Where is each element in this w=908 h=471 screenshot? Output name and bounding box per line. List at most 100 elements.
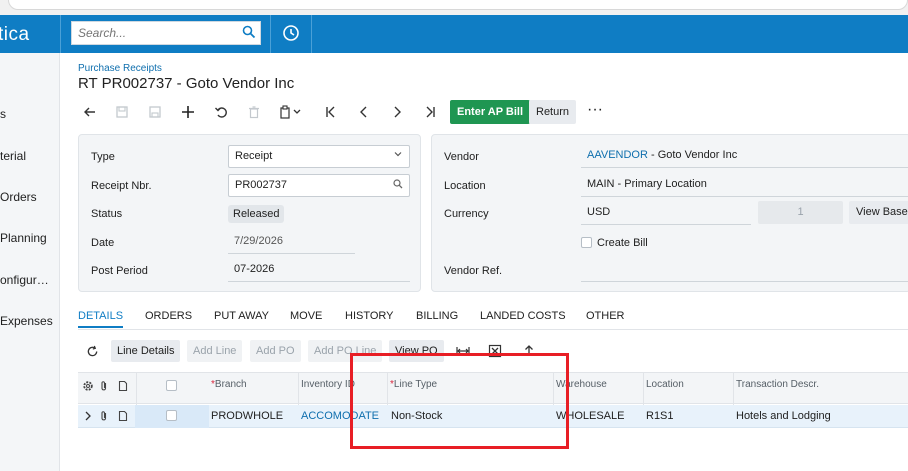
sidebar-item-configure[interactable]: onfigur… bbox=[0, 273, 49, 287]
cell-branch[interactable]: PRODWHOLE bbox=[211, 405, 283, 428]
more-actions-button[interactable]: ··· bbox=[583, 100, 607, 124]
post-period-label: Post Period bbox=[91, 265, 148, 277]
first-record-icon[interactable] bbox=[319, 100, 343, 124]
tab-orders[interactable]: ORDERS bbox=[145, 310, 192, 322]
top-bar: tica bbox=[0, 15, 908, 53]
tab-landed-costs[interactable]: LANDED COSTS bbox=[480, 310, 566, 322]
row-attachment-icon[interactable] bbox=[96, 408, 112, 424]
location-label: Location bbox=[444, 180, 486, 192]
create-bill-checkbox[interactable] bbox=[581, 237, 592, 248]
sidebar-item-material[interactable]: terial bbox=[0, 149, 26, 163]
copy-paste-dropdown[interactable] bbox=[276, 100, 306, 124]
currency-rate-value: 1 bbox=[797, 206, 804, 218]
create-bill-label: Create Bill bbox=[597, 237, 648, 249]
post-period-value: 07-2026 bbox=[234, 263, 275, 275]
summary-left-card: Type Receipt Receipt Nbr. PR002737 Statu… bbox=[78, 134, 421, 292]
back-arrow-icon[interactable] bbox=[78, 100, 102, 124]
currency-field[interactable]: USD bbox=[581, 202, 751, 225]
currency-label: Currency bbox=[444, 208, 489, 220]
view-base-button[interactable]: View Base bbox=[849, 201, 908, 224]
vendor-ref-label: Vendor Ref. bbox=[444, 265, 503, 277]
details-tabs: DETAILS ORDERS PUT AWAY MOVE HISTORY BIL… bbox=[78, 308, 908, 330]
app-logo: tica bbox=[0, 24, 30, 45]
location-field[interactable]: MAIN - Primary Location bbox=[581, 174, 908, 197]
column-inventory-id-label: Inventory ID bbox=[301, 379, 355, 390]
last-record-icon[interactable] bbox=[418, 100, 442, 124]
search-icon[interactable] bbox=[393, 176, 403, 197]
sidebar-item-expenses[interactable]: Expenses bbox=[0, 314, 53, 328]
select-all-checkbox[interactable] bbox=[166, 380, 177, 391]
tab-billing[interactable]: BILLING bbox=[416, 310, 458, 322]
summary-right-card: Vendor AAVENDOR - Goto Vendor Inc Locati… bbox=[431, 134, 908, 292]
tab-details[interactable]: DETAILS bbox=[78, 310, 124, 328]
currency-value: USD bbox=[587, 206, 611, 218]
form-toolbar: Enter AP Bill Return ··· bbox=[78, 100, 908, 124]
sidebar-item-1[interactable]: s bbox=[0, 107, 6, 121]
vendor-code-link[interactable]: AAVENDOR bbox=[587, 149, 648, 161]
receipt-nbr-value: PR002737 bbox=[235, 179, 287, 191]
next-record-icon[interactable] bbox=[385, 100, 409, 124]
recent-history-button[interactable] bbox=[270, 15, 312, 53]
date-field[interactable]: 7/29/2026 bbox=[228, 231, 355, 254]
save-icon bbox=[143, 100, 167, 124]
type-value: Receipt bbox=[235, 150, 273, 162]
cell-transaction-descr[interactable]: Hotels and Lodging bbox=[736, 405, 831, 428]
view-base-label: View Base bbox=[856, 206, 908, 218]
settings-gear-icon[interactable] bbox=[80, 378, 96, 394]
expand-row-icon[interactable] bbox=[80, 408, 96, 424]
column-branch[interactable]: *Branch bbox=[209, 373, 299, 405]
attachment-icon bbox=[96, 378, 112, 394]
vendor-name: - Goto Vendor Inc bbox=[647, 149, 738, 161]
refresh-icon[interactable] bbox=[84, 343, 100, 359]
sidebar-item-orders[interactable]: Orders bbox=[0, 190, 37, 204]
type-label: Type bbox=[91, 151, 115, 163]
vendor-field[interactable]: AAVENDOR - Goto Vendor Inc bbox=[581, 145, 908, 168]
search-icon[interactable] bbox=[242, 25, 256, 42]
sidebar: s terial Orders Planning onfigur… Expens… bbox=[0, 53, 60, 471]
enter-ap-bill-button[interactable]: Enter AP Bill bbox=[450, 100, 531, 124]
history-clock-icon bbox=[281, 23, 301, 46]
status-badge: Released bbox=[228, 205, 285, 223]
vendor-ref-field[interactable] bbox=[581, 259, 908, 282]
sidebar-item-planning[interactable]: Planning bbox=[0, 231, 47, 245]
save-close-icon bbox=[110, 100, 134, 124]
currency-rate-field: 1 bbox=[758, 201, 843, 224]
date-value: 7/29/2026 bbox=[234, 235, 283, 247]
receipt-nbr-label: Receipt Nbr. bbox=[91, 180, 152, 192]
column-transaction-descr-label: Transaction Descr. bbox=[736, 379, 819, 390]
column-location[interactable]: Location bbox=[644, 373, 734, 405]
chevron-down-icon bbox=[393, 146, 403, 167]
tab-other[interactable]: OTHER bbox=[586, 310, 625, 322]
column-location-label: Location bbox=[646, 379, 684, 390]
column-branch-label: Branch bbox=[214, 379, 247, 390]
note-icon bbox=[115, 378, 131, 394]
browser-bar bbox=[0, 0, 908, 15]
previous-record-icon[interactable] bbox=[352, 100, 376, 124]
add-icon[interactable] bbox=[176, 100, 200, 124]
type-select[interactable]: Receipt bbox=[228, 145, 410, 168]
post-period-field[interactable]: 07-2026 bbox=[228, 259, 410, 282]
undo-icon[interactable] bbox=[209, 100, 233, 124]
location-value: MAIN - Primary Location bbox=[587, 178, 707, 190]
receipt-nbr-field[interactable]: PR002737 bbox=[228, 174, 410, 197]
address-bar[interactable] bbox=[8, 0, 908, 10]
row-note-icon[interactable] bbox=[115, 408, 131, 424]
tab-history[interactable]: HISTORY bbox=[345, 310, 394, 322]
line-details-button[interactable]: Line Details bbox=[111, 340, 181, 362]
search-box[interactable] bbox=[71, 21, 261, 45]
tab-put-away[interactable]: PUT AWAY bbox=[214, 310, 269, 322]
add-line-button: Add Line bbox=[187, 340, 243, 362]
return-button[interactable]: Return bbox=[529, 100, 577, 124]
status-label: Status bbox=[91, 208, 123, 220]
breadcrumb[interactable]: Purchase Receipts bbox=[78, 63, 162, 74]
search-input[interactable] bbox=[72, 22, 232, 44]
highlight-annotation-box bbox=[350, 353, 569, 449]
cell-location[interactable]: R1S1 bbox=[646, 405, 674, 428]
column-transaction-descr[interactable]: Transaction Descr. bbox=[734, 373, 908, 405]
tab-move[interactable]: MOVE bbox=[290, 310, 322, 322]
add-po-button: Add PO bbox=[250, 340, 301, 362]
grid-divider bbox=[134, 373, 137, 405]
date-label: Date bbox=[91, 237, 115, 249]
search-area bbox=[60, 15, 270, 53]
row-checkbox[interactable] bbox=[166, 410, 177, 421]
